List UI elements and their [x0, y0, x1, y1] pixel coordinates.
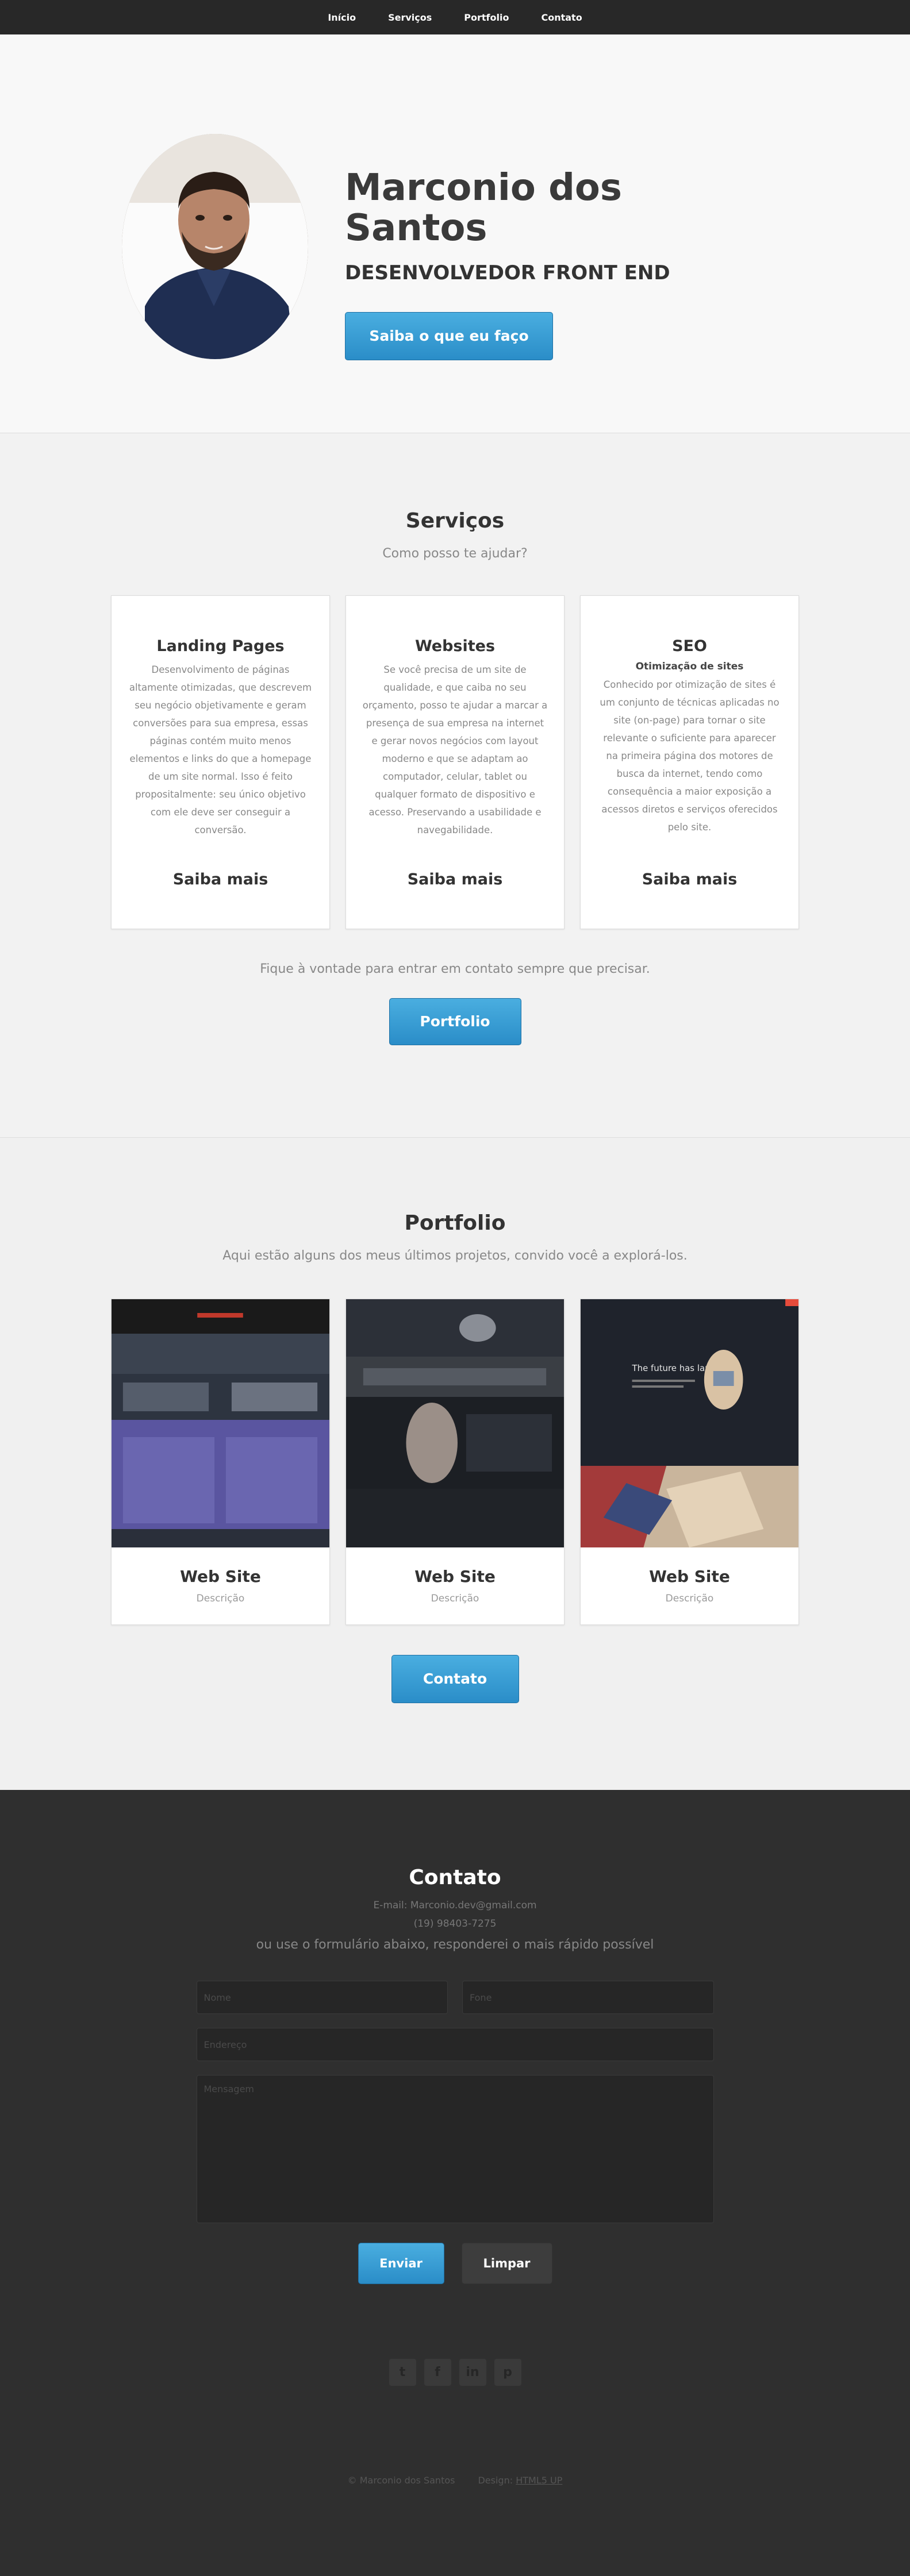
portfolio-card-title: Web Site: [649, 1567, 730, 1586]
service-card-seo: SEO Otimização de sites Conhecido por ot…: [580, 595, 799, 929]
facebook-icon[interactable]: f: [424, 2359, 451, 2386]
service-card-landing-pages: Landing Pages Desenvolvimento de páginas…: [111, 595, 330, 929]
top-nav: Início Serviços Portfolio Contato: [0, 0, 910, 34]
clear-button[interactable]: Limpar: [461, 2243, 552, 2284]
pinterest-icon[interactable]: p: [494, 2359, 521, 2386]
services-note: Fique à vontade para entrar em contato s…: [260, 962, 650, 976]
portfolio-card[interactable]: Web Site Descrição: [345, 1299, 565, 1625]
portfolio-subtitle: Aqui estão alguns dos meus últimos proje…: [222, 1249, 688, 1263]
hero-role: DESENVOLVEDOR FRONT END: [345, 261, 670, 284]
services-subtitle: Como posso te ajudar?: [382, 546, 528, 561]
footer-copyright: © Marconio dos Santos: [347, 2475, 455, 2486]
footer-design-label: Design:: [478, 2475, 513, 2486]
service-card-title: Websites: [414, 637, 496, 655]
services-cards: Landing Pages Desenvolvimento de páginas…: [0, 595, 910, 929]
hero-text: Marconio dos Santos DESENVOLVEDOR FRONT …: [345, 168, 747, 360]
send-button[interactable]: Enviar: [358, 2243, 444, 2284]
service-card-websites: Websites Se você precisa de um site de q…: [345, 595, 565, 929]
portfolio-button[interactable]: Portfolio: [389, 998, 521, 1045]
contact-form: Enviar Limpar: [196, 1981, 714, 2284]
portfolio-card[interactable]: Web Site Descrição: [111, 1299, 330, 1625]
portfolio-cards: Web Site Descrição Web Site Descrição Th…: [0, 1299, 910, 1625]
contact-title: Contato: [409, 1866, 501, 1889]
twitter-icon[interactable]: t: [389, 2359, 416, 2386]
services-title: Serviços: [405, 509, 505, 533]
portfolio-card-title: Web Site: [180, 1567, 261, 1586]
email-field[interactable]: [196, 2028, 714, 2061]
linkedin-icon[interactable]: in: [459, 2359, 486, 2386]
service-card-body: Se você precisa de um site de qualidade,…: [362, 664, 548, 835]
portfolio-thumbnail[interactable]: The future has landed: [581, 1299, 798, 1547]
profile-photo: [122, 134, 308, 359]
portfolio-title: Portfolio: [404, 1211, 506, 1235]
portfolio-card-desc: Descrição: [431, 1593, 479, 1604]
service-card-title: Landing Pages: [156, 637, 285, 655]
portfolio-card-title: Web Site: [414, 1567, 496, 1586]
portfolio-section: Portfolio Aqui estão alguns dos meus últ…: [0, 1138, 910, 1790]
hero-section: Marconio dos Santos DESENVOLVEDOR FRONT …: [0, 34, 910, 433]
footer-design-link[interactable]: HTML5 UP: [516, 2475, 562, 2486]
nav-contato[interactable]: Contato: [536, 10, 586, 25]
contact-button[interactable]: Contato: [391, 1655, 519, 1703]
portfolio-thumbnail[interactable]: [346, 1299, 564, 1547]
hero-name: Marconio dos Santos: [345, 167, 622, 250]
name-field[interactable]: [196, 1981, 448, 2014]
message-field[interactable]: [196, 2075, 714, 2223]
services-section: Serviços Como posso te ajudar? Landing P…: [0, 433, 910, 1138]
phone-field[interactable]: [462, 1981, 714, 2014]
portfolio-thumbnail[interactable]: [112, 1299, 329, 1547]
about-button[interactable]: Saiba o que eu faço: [345, 311, 553, 360]
contact-email: E-mail: Marconio.dev@gmail.com: [373, 1900, 537, 1911]
service-card-title: SEO: [672, 637, 707, 655]
service-card-subtitle: Otimização de sites: [635, 661, 744, 672]
service-card-more-link[interactable]: Saiba mais: [581, 871, 798, 888]
nav-inicio[interactable]: Início: [323, 10, 360, 25]
portfolio-card-desc: Descrição: [196, 1593, 245, 1604]
service-card-more-link[interactable]: Saiba mais: [112, 871, 329, 888]
social-links: t f in p: [0, 2359, 910, 2386]
service-card-more-link[interactable]: Saiba mais: [346, 871, 564, 888]
nav-portfolio[interactable]: Portfolio: [459, 10, 513, 25]
nav-servicos[interactable]: Serviços: [383, 10, 436, 25]
service-card-body: Desenvolvimento de páginas altamente oti…: [129, 664, 312, 835]
contact-lead: ou use o formulário abaixo, responderei …: [256, 1938, 654, 1952]
footer: © Marconio dos Santos Design: HTML5 UP: [0, 2475, 910, 2486]
service-card-body: Conhecido por otimização de sites é um c…: [600, 679, 780, 833]
contact-phone: (19) 98403-7275: [413, 1918, 497, 1930]
portfolio-card[interactable]: The future has landed Web Site Descrição: [580, 1299, 799, 1625]
portfolio-card-desc: Descrição: [665, 1593, 714, 1604]
contact-section: Contato E-mail: Marconio.dev@gmail.com (…: [0, 1790, 910, 2576]
